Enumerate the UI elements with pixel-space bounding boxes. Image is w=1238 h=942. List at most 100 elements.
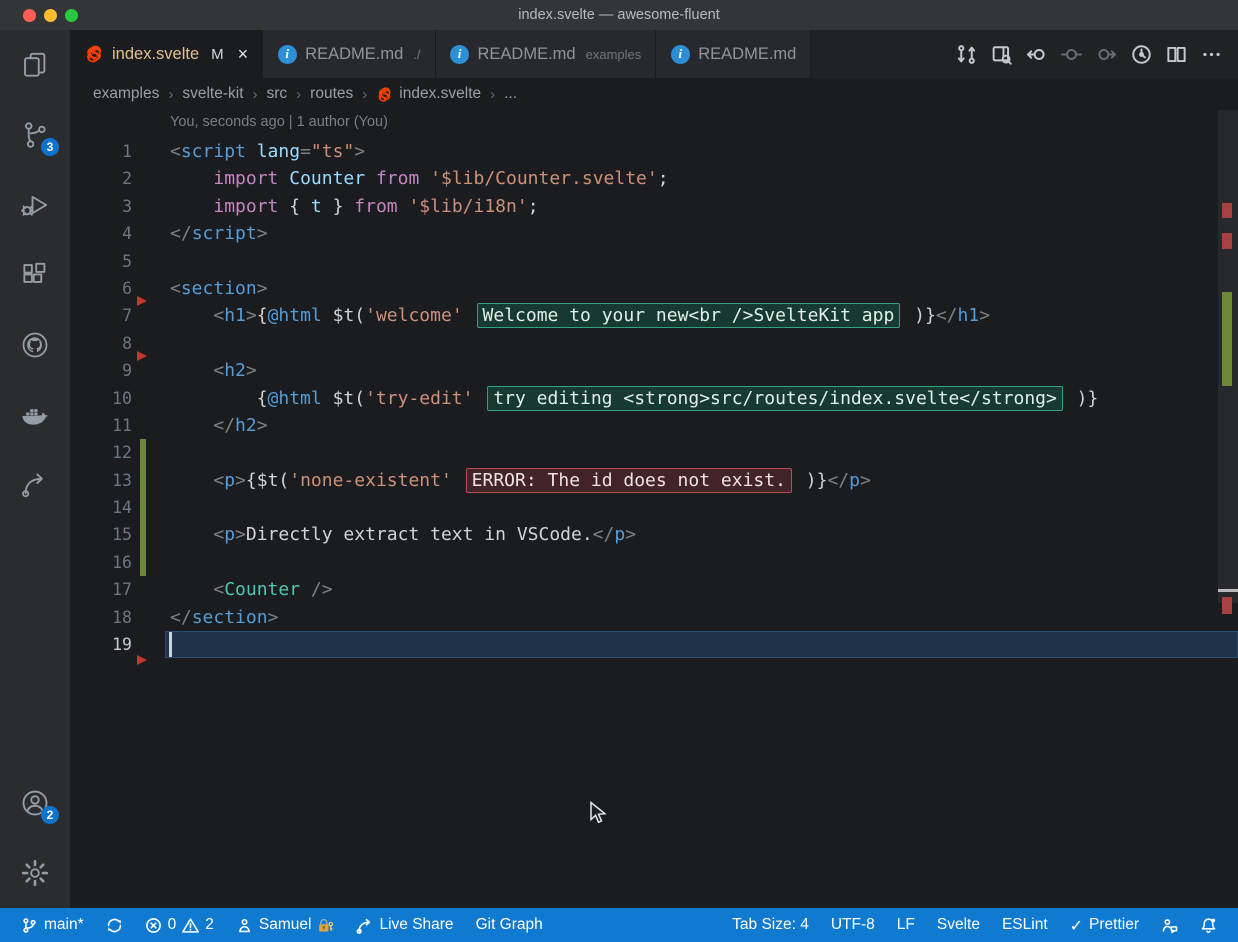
line-number[interactable]: 10 — [70, 385, 132, 412]
explorer-icon[interactable] — [0, 30, 70, 100]
breadcrumb-label: index.svelte — [399, 85, 481, 103]
extensions-icon[interactable] — [0, 240, 70, 310]
i18n-translation-annotation: Welcome to your new<br />SvelteKit app — [477, 303, 901, 328]
code-line-2[interactable]: 2 import Counter from '$lib/Counter.svel… — [70, 165, 1238, 192]
status-encoding[interactable]: UTF-8 — [824, 908, 882, 942]
line-number[interactable]: 6 — [70, 275, 132, 302]
nav-dot-icon[interactable] — [1058, 41, 1084, 67]
open-preview-icon[interactable] — [988, 41, 1014, 67]
breadcrumb-item-index-svelte[interactable]: index.svelte — [376, 85, 481, 103]
github-icon[interactable] — [0, 310, 70, 380]
share-icon — [356, 917, 373, 934]
tab-readme-md-2[interactable]: iREADME.mdexamples — [436, 30, 657, 78]
breadcrumb-item-examples[interactable]: examples — [93, 85, 159, 103]
line-number[interactable]: 2 — [70, 165, 132, 192]
code-line-19[interactable]: 19 — [70, 631, 1238, 658]
breadcrumb-item--[interactable]: ... — [504, 85, 517, 103]
code-line-7[interactable]: 7 <h1>{@html $t('welcome' Welcome to you… — [70, 302, 1238, 329]
line-number[interactable]: 5 — [70, 248, 132, 275]
line-number[interactable]: 17 — [70, 576, 132, 603]
git-branch-icon — [21, 917, 38, 934]
code-line-3[interactable]: 3 import { t } from '$lib/i18n'; — [70, 193, 1238, 220]
breadcrumb-separator-icon: › — [362, 86, 367, 103]
warning-icon — [182, 917, 199, 934]
line-number[interactable]: 7 — [70, 302, 132, 329]
traffic-light-minimize[interactable] — [44, 9, 57, 22]
nav-forward-icon[interactable] — [1093, 41, 1119, 67]
breadcrumb-item-svelte-kit[interactable]: svelte-kit — [182, 85, 243, 103]
line-number[interactable]: 15 — [70, 521, 132, 548]
code-line-17[interactable]: 17 <Counter /> — [70, 576, 1238, 603]
badge-source-control: 3 — [41, 138, 59, 156]
traffic-light-zoom[interactable] — [65, 9, 78, 22]
status-notifications[interactable] — [1193, 908, 1224, 942]
code-line-10[interactable]: 10 {@html $t('try-edit' try editing <str… — [70, 385, 1238, 412]
code-line-1[interactable]: 1<script lang="ts"> — [70, 138, 1238, 165]
code-line-15[interactable]: 15 <p>Directly extract text in VSCode.</… — [70, 521, 1238, 548]
traffic-light-close[interactable] — [23, 9, 36, 22]
line-number[interactable]: 3 — [70, 193, 132, 220]
nav-back-icon[interactable] — [1023, 41, 1049, 67]
close-icon[interactable]: × — [238, 45, 249, 63]
line-number[interactable]: 9 — [70, 357, 132, 384]
breadcrumb-item-src[interactable]: src — [267, 85, 288, 103]
status-tab-size[interactable]: Tab Size: 4 — [725, 908, 816, 942]
status-eol[interactable]: LF — [890, 908, 922, 942]
code-editor[interactable]: You, seconds ago | 1 author (You) 1<scri… — [70, 110, 1238, 908]
code-line-18[interactable]: 18</section> — [70, 604, 1238, 631]
status-account[interactable]: Samuel — [229, 908, 342, 942]
status-sync[interactable] — [99, 908, 130, 942]
line-number[interactable]: 18 — [70, 604, 132, 631]
code-line-11[interactable]: 11 </h2> — [70, 412, 1238, 439]
line-number[interactable]: 12 — [70, 439, 132, 466]
person-icon — [236, 917, 253, 934]
line-number[interactable]: 14 — [70, 494, 132, 521]
code-line-14[interactable]: 14 — [70, 494, 1238, 521]
editor-actions — [939, 30, 1238, 78]
status-git-graph[interactable]: Git Graph — [469, 908, 550, 942]
line-number[interactable]: 13 — [70, 467, 132, 494]
line-number[interactable]: 4 — [70, 220, 132, 247]
code-line-12[interactable]: 12 — [70, 439, 1238, 466]
status-feedback[interactable] — [1154, 908, 1185, 942]
run-and-debug-icon[interactable] — [0, 170, 70, 240]
run-timer-icon[interactable] — [1128, 41, 1154, 67]
code-line-9[interactable]: 9 <h2> — [70, 357, 1238, 384]
status-language-mode[interactable]: Svelte — [930, 908, 987, 942]
live-share-icon[interactable] — [0, 450, 70, 520]
badge-accounts: 2 — [41, 806, 59, 824]
code-line-6[interactable]: 6<section> — [70, 275, 1238, 302]
line-number[interactable]: 1 — [70, 138, 132, 165]
code-line-5[interactable]: 5 — [70, 248, 1238, 275]
status-prettier[interactable]: ✓Prettier — [1063, 908, 1146, 942]
status-problems[interactable]: 02 — [138, 908, 221, 942]
status-text: UTF-8 — [831, 916, 875, 934]
code-line-13[interactable]: 13 <p>{$t('none-existent' ERROR: The id … — [70, 467, 1238, 494]
tab-index-svelte-0[interactable]: index.svelteM× — [70, 30, 263, 78]
compare-changes-icon[interactable] — [953, 41, 979, 67]
status-live-share[interactable]: Live Share — [349, 908, 460, 942]
error-mark — [1222, 203, 1232, 218]
scrollbar-overview-ruler[interactable] — [1218, 110, 1238, 908]
status-branch[interactable]: main* — [14, 908, 91, 942]
code-line-16[interactable]: 16 — [70, 549, 1238, 576]
tab-readme-md-3[interactable]: iREADME.md — [656, 30, 811, 78]
breadcrumb-item-routes[interactable]: routes — [310, 85, 353, 103]
line-number[interactable]: 11 — [70, 412, 132, 439]
line-number[interactable]: 19 — [70, 631, 132, 658]
code-line-8[interactable]: 8 — [70, 330, 1238, 357]
source-control-icon[interactable]: 3 — [0, 100, 70, 170]
line-number[interactable]: 16 — [70, 549, 132, 576]
code-line-4[interactable]: 4</script> — [70, 220, 1238, 247]
more-actions-icon[interactable] — [1198, 41, 1224, 67]
line-number[interactable]: 8 — [70, 330, 132, 357]
current-line-highlight — [165, 631, 1238, 658]
docker-icon[interactable] — [0, 380, 70, 450]
status-eslint[interactable]: ESLint — [995, 908, 1055, 942]
tab-readme-md-1[interactable]: iREADME.md./ — [263, 30, 435, 78]
split-editor-icon[interactable] — [1163, 41, 1189, 67]
bell-dot-icon — [1200, 917, 1217, 934]
settings-icon[interactable] — [0, 838, 70, 908]
gitlens-code-lens[interactable]: You, seconds ago | 1 author (You) — [170, 114, 388, 130]
accounts-icon[interactable]: 2 — [0, 768, 70, 838]
